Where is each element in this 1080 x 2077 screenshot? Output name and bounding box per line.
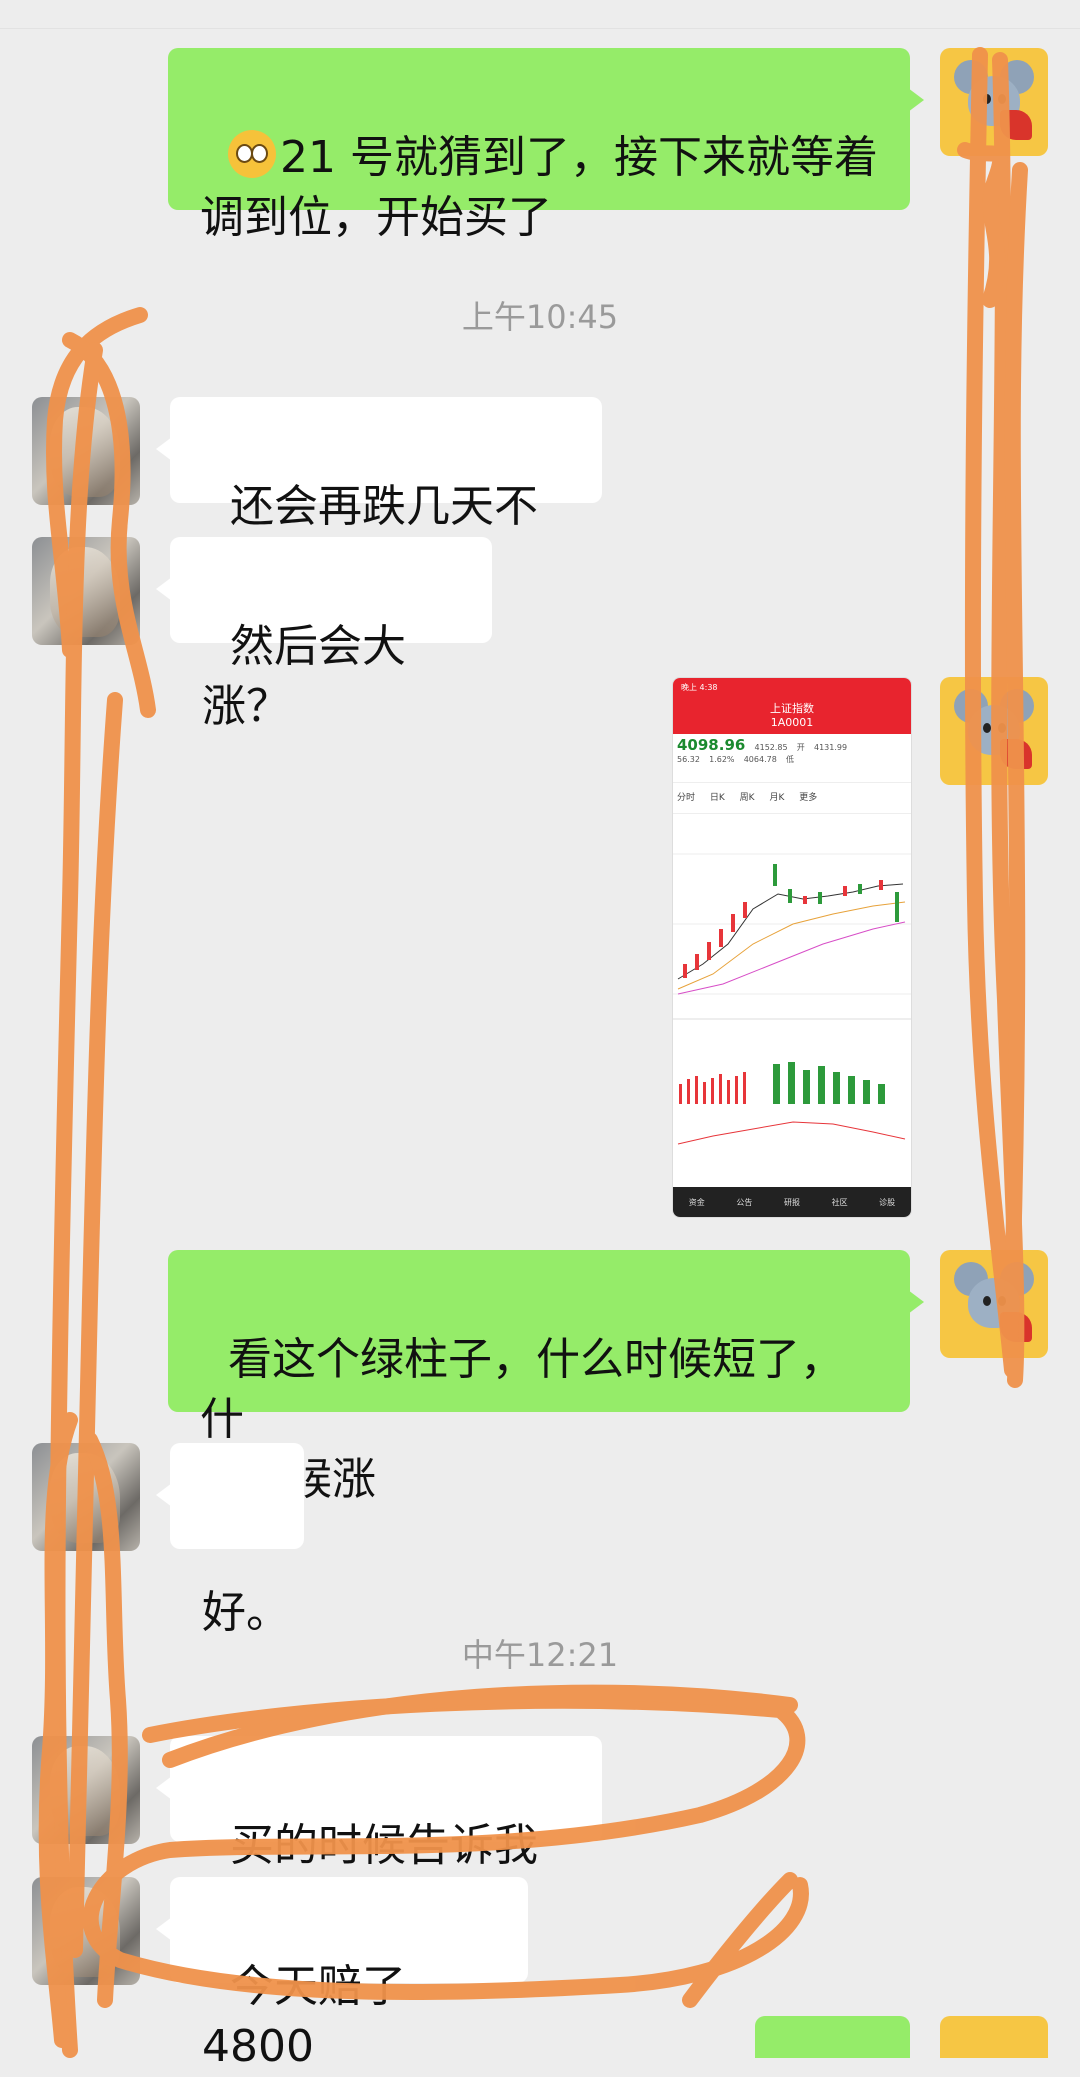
stock-code: 1A0001 <box>770 716 814 729</box>
message-bubble-2[interactable]: 还会再跌几天不是 <box>156 397 602 592</box>
my-avatar[interactable] <box>940 2016 1048 2058</box>
message-bubble-8[interactable]: 今天赔了 4800 <box>156 1877 528 2072</box>
mouse-avatar-icon <box>954 689 1034 773</box>
message-text-8: 今天赔了 4800 <box>202 1961 420 2072</box>
contact-avatar[interactable] <box>32 1443 140 1551</box>
stock-title: 上证指数 <box>770 702 814 715</box>
contact-avatar[interactable] <box>32 1736 140 1844</box>
status-time: 晚上 4:38 <box>681 683 718 692</box>
stock-chart-image[interactable]: 晚上 4:38 上证指数 1A0001 4098.96 4152.85 开 413… <box>672 677 912 1218</box>
stock-app-footer: 资金 公告 研报 社区 诊股 <box>673 1187 911 1217</box>
mouse-avatar-icon <box>954 60 1034 144</box>
stock-change-pct: 1.62% <box>709 755 735 764</box>
stock-price: 4098.96 <box>677 736 746 754</box>
timestamp-2: 中午12:21 <box>461 1636 619 1674</box>
timestamp-1: 上午10:45 <box>461 298 619 336</box>
footer-item: 公告 <box>736 1197 753 1207</box>
message-bubble-7[interactable]: 买的时候告诉我啊 <box>156 1736 602 1931</box>
my-avatar[interactable] <box>940 48 1048 156</box>
my-avatar[interactable] <box>940 1250 1048 1358</box>
top-divider <box>0 0 1080 29</box>
message-bubble-partial[interactable] <box>755 2016 910 2058</box>
my-avatar[interactable] <box>940 677 1048 785</box>
message-text-3: 然后会大涨？ <box>202 621 406 732</box>
stock-high: 4152.85 <box>754 743 788 752</box>
tab-monthly-k: 月K <box>769 793 785 803</box>
chart-tabs: 分时 日K 周K 月K 更多 <box>673 783 911 814</box>
message-text-1: 21 号就猜到了，接下来就等着 调到位，开始买了 <box>200 132 878 243</box>
contact-avatar[interactable] <box>32 1877 140 1985</box>
candlestick-chart <box>673 814 911 1154</box>
footer-item: 资金 <box>688 1197 705 1207</box>
low-label: 低 <box>785 755 794 764</box>
message-bubble-5[interactable]: 看这个绿柱子，什么时候短了，什 么时候涨 <box>168 1250 924 1505</box>
footer-item: 研报 <box>783 1197 800 1207</box>
flushed-face-icon <box>227 130 276 178</box>
tab-weekly-k: 周K <box>739 793 755 803</box>
contact-avatar[interactable] <box>32 397 140 505</box>
open-label: 开 <box>796 743 805 752</box>
stock-open: 4131.99 <box>813 743 848 752</box>
stock-app-header: 晚上 4:38 上证指数 1A0001 <box>673 678 911 734</box>
message-bubble-6[interactable]: 好。 <box>156 1443 304 1638</box>
stock-change: 56.32 <box>677 755 700 764</box>
mouse-avatar-icon <box>954 1262 1034 1346</box>
contact-avatar[interactable] <box>32 537 140 645</box>
tab-intraday: 分时 <box>677 793 696 803</box>
stock-low: 4064.78 <box>743 755 777 764</box>
footer-item: 社区 <box>831 1197 848 1207</box>
footer-item: 诊股 <box>879 1197 896 1207</box>
tab-daily-k: 日K <box>709 793 725 803</box>
quote-panel: 4098.96 4152.85 开 4131.99 56.32 1.62% 40… <box>673 734 911 783</box>
message-bubble-3[interactable]: 然后会大涨？ <box>156 537 492 732</box>
message-bubble-1[interactable]: 21 号就猜到了，接下来就等着 调到位，开始买了 <box>168 48 924 243</box>
tab-more: 更多 <box>799 793 818 803</box>
